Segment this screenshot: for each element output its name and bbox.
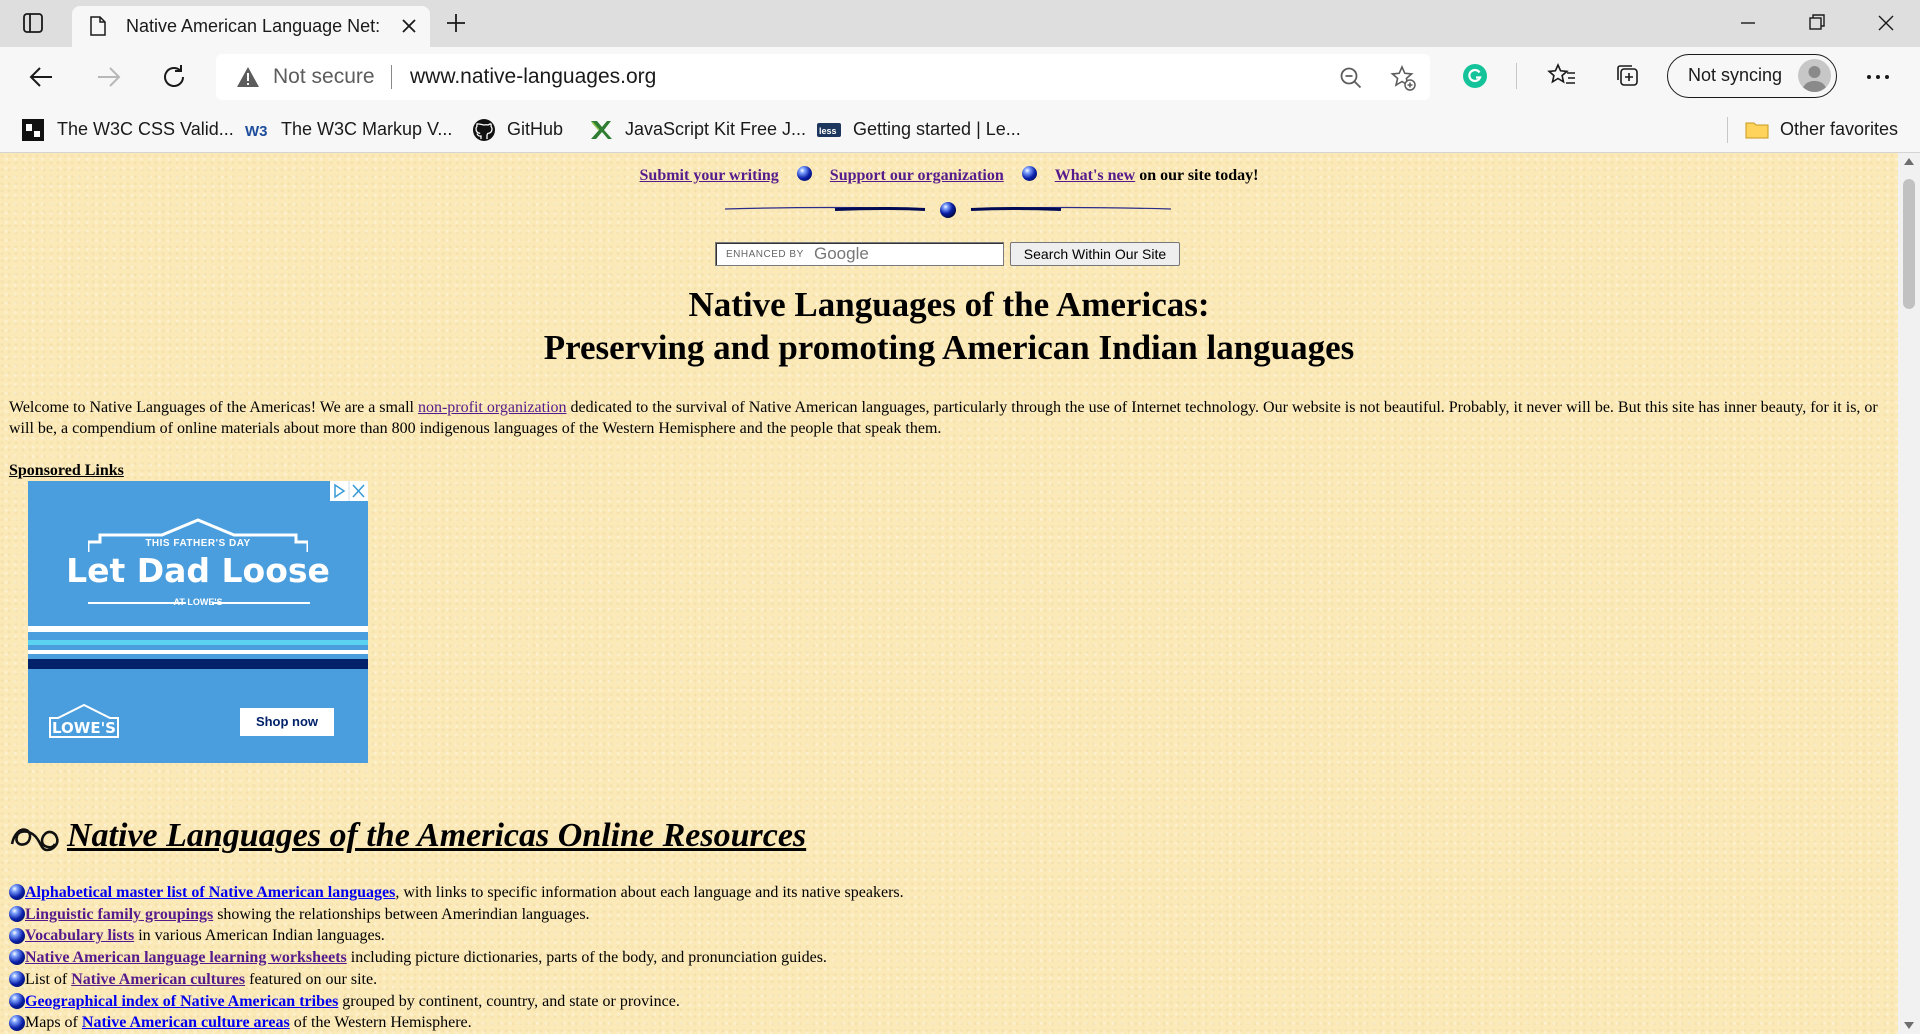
warning-icon (237, 67, 259, 87)
favorites-icon[interactable] (1547, 61, 1577, 91)
new-tab-icon[interactable] (444, 11, 468, 35)
add-favorite-icon[interactable] (1390, 65, 1416, 91)
avatar (1798, 59, 1831, 92)
svg-text:less: less (819, 126, 837, 136)
blue-ball-icon (9, 949, 25, 966)
resource-link[interactable]: Vocabulary lists (25, 927, 134, 944)
scroll-up-arrow-icon[interactable] (1904, 158, 1914, 165)
toolbar-divider (1516, 63, 1517, 89)
support-organization-link[interactable]: Support our organization (830, 167, 1004, 184)
blue-ball-icon (9, 1014, 25, 1031)
blue-ball-icon (9, 992, 25, 1009)
minimize-icon[interactable] (1736, 12, 1760, 34)
ad-rule-right (212, 602, 310, 604)
resource-link[interactable]: Native American culture areas (82, 1014, 290, 1031)
resources-heading-link[interactable]: Native Languages of the Americas Online … (67, 817, 806, 854)
decorative-glyph-icon (10, 828, 59, 852)
page-icon (90, 16, 106, 36)
folder-icon (1745, 122, 1769, 139)
blue-ball-icon (9, 971, 25, 988)
enhanced-by-label: ENHANCED BY (726, 249, 804, 260)
submit-writing-link[interactable]: Submit your writing (640, 167, 779, 184)
grammarly-icon[interactable] (1460, 61, 1490, 91)
list-item: Linguistic family groupings showing the … (9, 904, 904, 926)
profile-label: Not syncing (1688, 65, 1783, 85)
more-options-icon[interactable] (1862, 61, 1894, 93)
favorites-divider (1727, 117, 1728, 143)
vertical-scrollbar[interactable] (1898, 153, 1920, 1034)
ad-headline: Let Dad Loose (66, 551, 330, 590)
page-title: Native Languages of the Americas: Preser… (0, 283, 1898, 369)
address-divider (391, 65, 392, 89)
blue-ball-icon (9, 884, 25, 901)
blue-ball-icon (9, 927, 25, 944)
address-bar[interactable]: Not secure www.native-languages.org (216, 54, 1430, 100)
list-item: Native American language learning worksh… (9, 947, 904, 969)
resource-link[interactable]: Alphabetical master list of Native Ameri… (25, 884, 395, 901)
javascript-kit-icon (591, 121, 612, 139)
ad-subline: AT LOWE'S (173, 597, 223, 607)
github-icon (473, 119, 495, 141)
intro-paragraph: Welcome to Native Languages of the Ameri… (9, 399, 1878, 437)
resources-heading: Native Languages of the Americas Online … (9, 817, 806, 855)
lowes-logo: LOWE'S (49, 703, 119, 738)
browser-tab[interactable]: Native American Language Net: L (72, 6, 430, 47)
sponsored-links-heading: Sponsored Links (9, 462, 124, 479)
ornamental-divider (725, 202, 1171, 218)
page-viewport: Submit your writing Support our organizat… (0, 153, 1898, 1034)
close-window-icon[interactable] (1874, 12, 1898, 34)
house-outline-icon (88, 518, 308, 552)
back-arrow-icon[interactable] (26, 61, 58, 93)
resource-link[interactable]: Native American language learning worksh… (25, 949, 347, 966)
scrollbar-thumb[interactable] (1903, 179, 1915, 309)
resource-link[interactable]: Linguistic family groupings (25, 906, 213, 923)
resources-list: Alphabetical master list of Native Ameri… (9, 882, 904, 1034)
close-tab-icon[interactable] (400, 17, 418, 35)
w3c-icon: W3 (245, 123, 268, 140)
resource-link[interactable]: Geographical index of Native American tr… (25, 993, 338, 1010)
zoom-out-icon[interactable] (1338, 65, 1364, 91)
resource-link[interactable]: Native American cultures (71, 971, 245, 988)
ad-choices-icon[interactable] (330, 481, 368, 501)
tab-actions-icon[interactable] (22, 12, 44, 34)
refresh-icon[interactable] (158, 61, 190, 93)
page-title-line1: Native Languages of the Americas: (688, 285, 1210, 324)
svg-text:W3: W3 (245, 123, 268, 140)
blue-ball-icon (1021, 165, 1037, 181)
security-label[interactable]: Not secure (273, 54, 375, 100)
ad-stripes (28, 626, 368, 669)
blue-ball-icon (9, 906, 25, 923)
w3c-css-icon (22, 119, 44, 141)
blue-ball-icon (796, 165, 812, 181)
non-profit-link[interactable]: non-profit organization (418, 399, 567, 416)
title-bar: Native American Language Net: L (0, 0, 1920, 47)
list-item: Maps of Native American culture areas of… (9, 1012, 904, 1034)
collections-icon[interactable] (1613, 61, 1643, 91)
svg-text:LOWE'S: LOWE'S (52, 719, 116, 737)
favorites-bar: The W3C CSS Valid... W3 The W3C Markup V… (0, 107, 1920, 153)
top-navigation: Submit your writing Support our organizat… (0, 165, 1898, 185)
tab-title: Native American Language Net: L (126, 16, 384, 36)
url-text[interactable]: www.native-languages.org (410, 54, 656, 100)
shop-now-button[interactable]: Shop now (240, 708, 334, 736)
forward-arrow-icon[interactable] (92, 61, 124, 93)
topnav-tail-text: on our site today! (1139, 167, 1259, 184)
list-item: List of Native American cultures feature… (9, 969, 904, 991)
google-watermark: Google (814, 244, 869, 263)
page-title-line2: Preserving and promoting American Indian… (543, 328, 1355, 367)
search-input[interactable]: ENHANCED BY Google (715, 242, 1004, 266)
list-item: Alphabetical master list of Native Ameri… (9, 882, 904, 904)
search-button[interactable]: Search Within Our Site (1010, 242, 1180, 266)
profile-button[interactable]: Not syncing (1667, 54, 1837, 98)
whats-new-link[interactable]: What's new (1055, 167, 1135, 184)
less-icon: less (817, 123, 841, 137)
list-item: Geographical index of Native American tr… (9, 991, 904, 1013)
ad-kicker: THIS FATHER'S DAY (145, 538, 251, 549)
person-icon (1802, 66, 1827, 92)
browser-toolbar: Not secure www.native-languages.org Not … (0, 47, 1920, 107)
scroll-down-arrow-icon[interactable] (1904, 1022, 1914, 1029)
list-item: Vocabulary lists in various American Ind… (9, 925, 904, 947)
advertisement[interactable]: THIS FATHER'S DAY Let Dad Loose AT LOWE'… (28, 481, 368, 763)
restore-icon[interactable] (1805, 12, 1829, 34)
